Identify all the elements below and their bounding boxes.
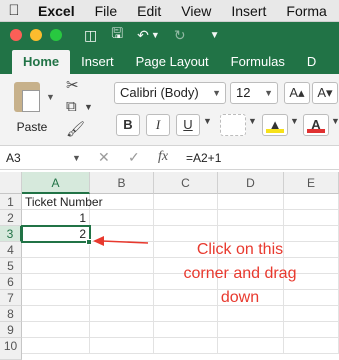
annotation-line-2: corner and drag [183,265,297,282]
cell-a1[interactable]: Ticket Number [22,194,103,210]
annotation-line-3: down [220,289,260,306]
annotation-text: Click on this corner and drag down [150,238,330,310]
cell-a2[interactable]: 1 [22,210,90,226]
active-cell-border [21,225,91,243]
annotation-line-1: Click on this [196,241,284,258]
fill-handle[interactable] [86,239,92,245]
